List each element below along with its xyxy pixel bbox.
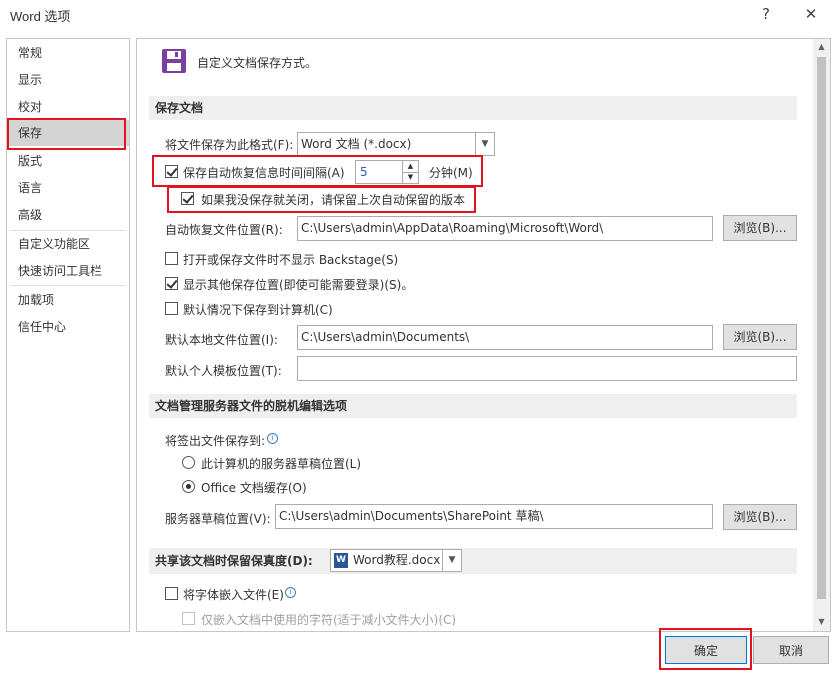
sidebar-item-advanced[interactable]: 高级 [7,202,129,228]
section-save-documents: 保存文档 [149,96,797,120]
no-backstage-checkbox[interactable] [165,252,178,265]
highlight-box-ok [659,628,752,670]
save-format-dropdown[interactable]: Word 文档 (*.docx) ▼ [297,132,495,156]
fidelity-label: 共享该文档时保留保真度(D): [155,554,313,568]
default-template-location-input[interactable] [297,356,797,381]
sidebar-item-language[interactable]: 语言 [7,175,129,201]
default-to-computer-label: 默认情况下保存到计算机(C) [183,303,333,317]
sidebar-item-quick-access[interactable]: 快速访问工具栏 [7,258,129,284]
embed-fonts-checkbox[interactable] [165,587,178,600]
fidelity-document-dropdown[interactable]: W Word教程.docx ▼ [330,549,462,572]
sidebar-item-display[interactable]: 显示 [7,67,129,93]
highlight-box-keep-last [167,186,476,213]
embed-used-chars-checkbox[interactable] [182,612,195,625]
window-title: Word 选项 [10,9,71,24]
autorecover-location-label: 自动恢复文件位置(R): [165,223,283,237]
default-to-computer-checkbox[interactable] [165,302,178,315]
sidebar-item-general[interactable]: 常规 [7,40,129,66]
browse-autorecover-button[interactable]: 浏览(B)... [723,215,797,241]
save-format-label: 将文件保存为此格式(F): [165,138,294,152]
section-fidelity: 共享该文档时保留保真度(D): [149,548,797,574]
fidelity-document-value: Word教程.docx [353,553,441,567]
sidebar-item-customize-ribbon[interactable]: 自定义功能区 [7,231,129,257]
no-backstage-label: 打开或保存文件时不显示 Backstage(S) [183,253,399,267]
highlight-box-save-nav [7,118,126,150]
embed-used-chars-label: 仅嵌入文档中使用的字符(适于减小文件大小)(C) [201,613,457,627]
checkout-location-label: 将签出文件保存到: [165,434,266,448]
word-doc-icon: W [334,553,348,568]
default-template-location-label: 默认个人模板位置(T): [165,364,282,378]
sidebar-item-layout[interactable]: 版式 [7,148,129,174]
scrollbar-thumb[interactable] [817,57,826,599]
sidebar-divider [10,285,126,286]
drafts-location-input[interactable]: C:\Users\admin\Documents\SharePoint 草稿\ [275,504,713,529]
header-text: 自定义文档保存方式。 [197,56,318,70]
default-local-location-label: 默认本地文件位置(I): [165,333,278,347]
chevron-down-icon: ▼ [442,550,461,571]
chevron-down-icon: ▼ [475,133,494,155]
highlight-box-autorecover [152,155,483,187]
default-local-location-input[interactable]: C:\Users\admin\Documents\ [297,325,713,350]
info-icon: i [285,587,296,598]
office-cache-radio[interactable] [182,480,195,493]
save-format-value: Word 文档 (*.docx) [301,137,412,151]
server-drafts-radio[interactable] [182,456,195,469]
sidebar-item-proofing[interactable]: 校对 [7,94,129,120]
sidebar-item-trust-center[interactable]: 信任中心 [7,314,129,340]
drafts-location-label: 服务器草稿位置(V): [165,512,271,526]
section-offline-editing: 文档管理服务器文件的脱机编辑选项 [149,394,797,418]
scroll-up-icon[interactable]: ▲ [813,39,830,55]
autorecover-location-input[interactable]: C:\Users\admin\AppData\Roaming\Microsoft… [297,216,713,241]
cancel-button[interactable]: 取消 [753,636,829,664]
vertical-scrollbar[interactable]: ▲ ▼ [813,39,830,631]
sidebar-item-addins[interactable]: 加载项 [7,287,129,313]
browse-default-local-button[interactable]: 浏览(B)... [723,324,797,350]
content-panel: 自定义文档保存方式。 保存文档 将文件保存为此格式(F): Word 文档 (*… [136,38,831,632]
server-drafts-label: 此计算机的服务器草稿位置(L) [201,457,362,471]
show-other-locations-checkbox[interactable] [165,277,178,290]
help-button[interactable]: ? [753,4,779,26]
scroll-down-icon[interactable]: ▼ [813,614,830,630]
show-other-locations-label: 显示其他保存位置(即使可能需要登录)(S)。 [183,278,414,292]
close-button[interactable]: ✕ [798,4,824,26]
embed-fonts-label: 将字体嵌入文件(E) [183,588,284,602]
office-cache-label: Office 文档缓存(O) [201,481,307,495]
save-disk-icon [162,49,186,73]
browse-drafts-button[interactable]: 浏览(B)... [723,504,797,530]
info-icon: i [267,433,278,444]
